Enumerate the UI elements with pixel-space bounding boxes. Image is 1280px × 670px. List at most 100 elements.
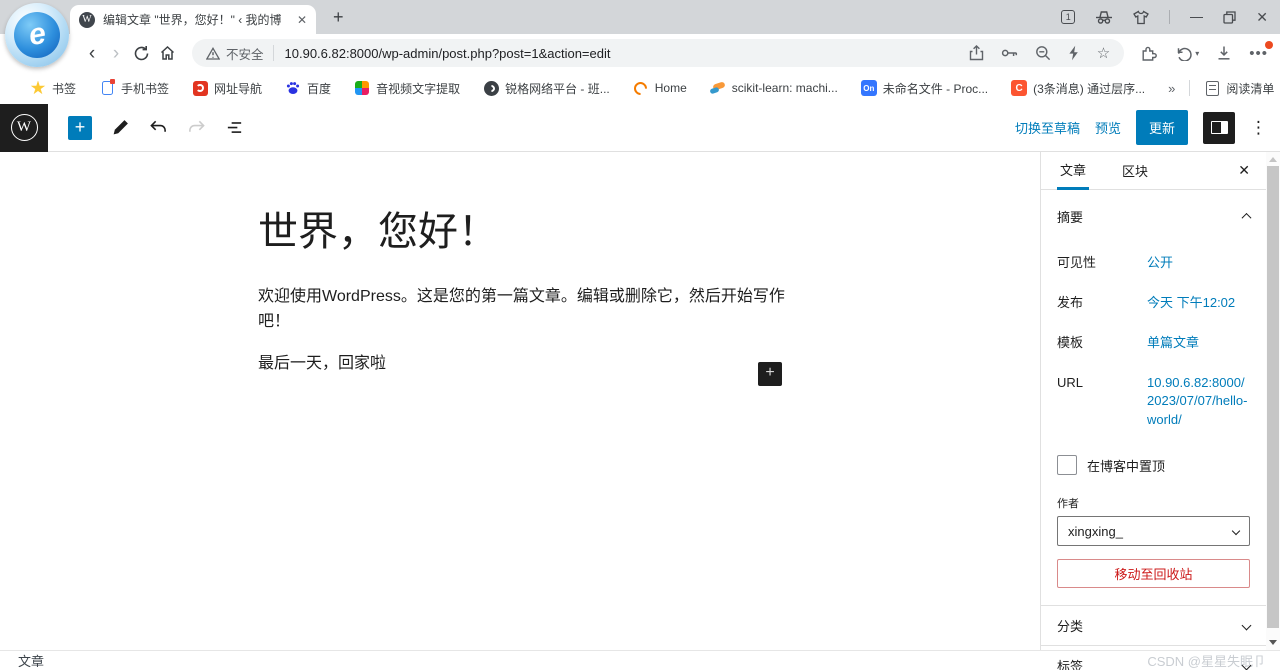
bookmark-item[interactable]: Home: [631, 78, 687, 98]
url-value-link[interactable]: 10.90.6.82:8000/2023/07/07/hello-world/: [1147, 374, 1250, 431]
section-tags[interactable]: 标签: [1041, 645, 1266, 670]
wordpress-logo-button[interactable]: W: [0, 103, 48, 152]
home-ring-icon: [631, 78, 650, 98]
wordpress-favicon-icon: W: [79, 11, 95, 28]
field-url: URL 10.90.6.82:8000/2023/07/07/hello-wor…: [1057, 374, 1250, 431]
field-publish: 发布 今天 下午12:02: [1057, 294, 1250, 313]
browser-logo-icon[interactable]: e: [5, 3, 69, 67]
bookmark-item[interactable]: scikit-learn: machi...: [709, 80, 838, 96]
back-button[interactable]: ‹: [80, 44, 104, 63]
tab-post[interactable]: 文章: [1057, 152, 1090, 190]
scikit-learn-icon: [709, 80, 726, 96]
post-paragraph[interactable]: 欢迎使用WordPress。这是您的第一篇文章。编辑或删除它，然后开始写作吧！: [258, 285, 790, 335]
scrollbar-thumb[interactable]: [1267, 166, 1279, 628]
editor-canvas[interactable]: 世界，您好！ 欢迎使用WordPress。这是您的第一篇文章。编辑或删除它，然后…: [0, 152, 1040, 650]
chevron-down-icon: [1231, 526, 1241, 536]
notification-dot: [1265, 40, 1273, 49]
processon-icon: On: [860, 80, 877, 96]
close-window-button[interactable]: ✕: [1256, 9, 1268, 26]
author-label: 作者: [1057, 498, 1079, 511]
bookmark-item[interactable]: 百度: [285, 80, 331, 97]
scroll-up-arrow-icon[interactable]: [1269, 157, 1277, 162]
move-to-trash-button[interactable]: 移动至回收站: [1057, 559, 1250, 589]
bookmark-item[interactable]: 手机书签: [99, 79, 169, 97]
zoom-out-icon[interactable]: [1035, 45, 1051, 61]
sidebar-scrollbar[interactable]: [1266, 152, 1280, 650]
csdn-icon: C: [1011, 80, 1028, 96]
bookmarks-divider: [1189, 80, 1191, 96]
settings-sidebar: 文章 区块 ✕ 摘要 可见性 公开 发布 今天 下午12:02 模板 单篇文章 …: [1040, 152, 1280, 670]
switch-to-draft-button[interactable]: 切换至草稿: [1015, 118, 1080, 137]
post-title[interactable]: 世界，您好！: [258, 208, 790, 256]
new-tab-button[interactable]: +: [333, 7, 344, 28]
visibility-value-link[interactable]: 公开: [1147, 254, 1250, 273]
bookmark-item[interactable]: 网址导航: [192, 80, 262, 97]
media-transcribe-icon: [354, 80, 370, 96]
forward-button[interactable]: ›: [104, 44, 128, 63]
chevron-down-icon: [1241, 620, 1252, 631]
tab-count-icon[interactable]: 1: [1061, 10, 1076, 24]
history-undo-icon[interactable]: ▾: [1175, 45, 1199, 61]
download-icon[interactable]: [1216, 45, 1232, 61]
list-view-icon[interactable]: [225, 118, 244, 137]
baidu-icon: [285, 80, 301, 96]
restore-button[interactable]: [1223, 10, 1236, 24]
bookmark-item[interactable]: 书签: [30, 80, 76, 97]
reload-button[interactable]: [128, 45, 154, 62]
bookmark-star-icon[interactable]: ☆: [1097, 46, 1110, 61]
address-bar[interactable]: 不安全 10.90.6.82:8000/wp-admin/post.php?po…: [192, 39, 1125, 67]
close-sidebar-icon[interactable]: ✕: [1238, 162, 1250, 179]
lightning-icon[interactable]: [1068, 45, 1080, 61]
block-inserter-toggle-button[interactable]: +: [68, 115, 92, 140]
undo-icon[interactable]: [149, 119, 168, 136]
tab-title: 编辑文章 "世界，您好！" ‹ 我的博: [103, 13, 281, 27]
editor-toolbar: W + 切换至草稿 预览 更新 ⋮: [0, 103, 1280, 152]
summary-panel-header[interactable]: 摘要: [1057, 204, 1252, 228]
browser-tab[interactable]: W 编辑文章 "世界，您好！" ‹ 我的博 ✕: [70, 5, 316, 34]
bookmarks-overflow-button[interactable]: »: [1168, 81, 1175, 96]
section-categories[interactable]: 分类: [1041, 605, 1266, 645]
update-button[interactable]: 更新: [1135, 110, 1188, 145]
redo-icon[interactable]: [187, 119, 206, 136]
address-divider: [272, 45, 274, 61]
minimize-button[interactable]: [1190, 16, 1204, 18]
security-warning-icon[interactable]: [206, 46, 220, 60]
bookmark-item[interactable]: On 未命名文件 - Proc...: [860, 80, 988, 97]
append-block-button[interactable]: +: [758, 362, 782, 386]
edit-tool-icon[interactable]: [111, 118, 130, 137]
url-text[interactable]: 10.90.6.82:8000/wp-admin/post.php?post=1…: [285, 46, 957, 61]
browser-address-toolbar: ‹ › 不安全 10.90.6.82:8000/wp-admin/post.ph…: [0, 34, 1280, 72]
document-breadcrumb[interactable]: 文章: [18, 651, 44, 670]
sticky-checkbox[interactable]: [1057, 455, 1077, 476]
tab-close-icon[interactable]: ✕: [297, 13, 307, 27]
sticky-label: 在博客中置顶: [1087, 458, 1166, 474]
template-value-link[interactable]: 单篇文章: [1147, 334, 1250, 353]
chevron-down-icon: [1241, 660, 1252, 670]
bookmark-item[interactable]: 锐格网络平台 - 班...: [483, 80, 610, 97]
extensions-icon[interactable]: [1140, 45, 1158, 62]
preview-button[interactable]: 预览: [1095, 118, 1121, 137]
more-menu-icon[interactable]: •••: [1249, 40, 1273, 62]
options-kebab-icon[interactable]: ⋮: [1250, 118, 1267, 138]
publish-value-link[interactable]: 今天 下午12:02: [1147, 294, 1250, 313]
nav-site-icon: [192, 80, 208, 96]
settings-sidebar-toggle-button[interactable]: [1203, 111, 1235, 144]
sidebar-panel-icon: [1210, 121, 1228, 134]
titlebar-divider: [1169, 10, 1171, 24]
wordpress-w-icon: W: [10, 114, 38, 141]
bookmark-item[interactable]: C (3条消息) 通过层序...: [1011, 80, 1145, 97]
phone-bookmark-icon: [99, 79, 115, 96]
author-select[interactable]: xingxing_: [1057, 516, 1250, 547]
home-button[interactable]: [154, 45, 180, 61]
caret-down-icon: ▾: [1195, 48, 1200, 58]
password-key-icon[interactable]: [1001, 46, 1018, 60]
share-icon[interactable]: [969, 45, 984, 61]
theme-tshirt-icon[interactable]: [1133, 10, 1150, 25]
bookmark-item[interactable]: 音视频文字提取: [354, 80, 460, 97]
browser-titlebar: e W 编辑文章 "世界，您好！" ‹ 我的博 ✕ + 1 ✕: [0, 0, 1280, 67]
incognito-icon[interactable]: [1095, 10, 1113, 25]
reading-list-button[interactable]: 阅读清单: [1204, 80, 1274, 97]
post-paragraph[interactable]: 最后一天，回家啦: [258, 352, 790, 377]
tab-block[interactable]: 区块: [1119, 152, 1151, 190]
scroll-down-arrow-icon[interactable]: [1269, 640, 1277, 645]
